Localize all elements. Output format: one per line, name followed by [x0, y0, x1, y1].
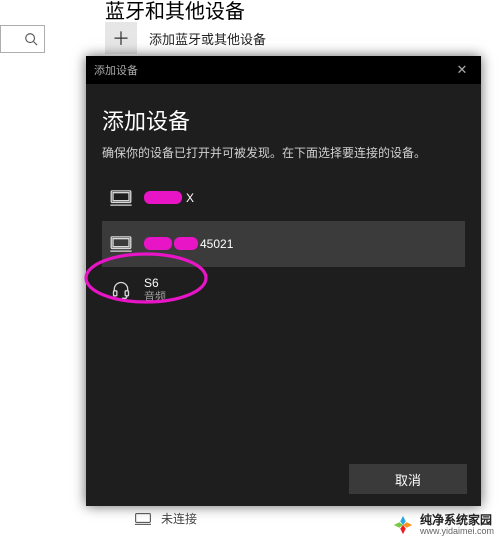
- plus-icon: ＋: [105, 22, 137, 54]
- logo-icon: [392, 514, 414, 536]
- headset-icon: [110, 281, 132, 299]
- redaction-icon: [174, 237, 198, 250]
- device-name: X: [144, 191, 194, 205]
- device-list: X: [102, 175, 465, 313]
- display-icon: [110, 189, 132, 207]
- device-subtype: 音频: [144, 291, 166, 304]
- device-item[interactable]: S6 音频: [102, 267, 465, 313]
- redaction-icon: [144, 237, 172, 250]
- device-item[interactable]: X: [102, 175, 465, 221]
- search-input[interactable]: [0, 25, 45, 53]
- dialog-heading: 添加设备: [102, 104, 465, 136]
- dialog-titlebar-text: 添加设备: [94, 62, 138, 78]
- close-button[interactable]: ✕: [451, 62, 473, 78]
- display-icon: [110, 235, 132, 253]
- display-icon: [135, 512, 151, 526]
- dialog-subtext: 确保你的设备已打开并可被发现。在下面选择要连接的设备。: [102, 144, 465, 161]
- status-text: 未连接: [161, 510, 197, 527]
- add-bluetooth-device-button[interactable]: ＋ 添加蓝牙或其他设备: [105, 22, 266, 54]
- page-title: 蓝牙和其他设备: [105, 0, 245, 24]
- settings-background: 蓝牙和其他设备 ＋ 添加蓝牙或其他设备 添加设备 ✕ 添加设备 确保你的设备已打…: [0, 0, 500, 541]
- device-name: 45021: [144, 237, 233, 251]
- device-name: S6: [144, 276, 166, 290]
- watermark: 纯净系统家园 www.yidaimei.com: [392, 514, 494, 537]
- dialog-body: 添加设备 确保你的设备已打开并可被发现。在下面选择要连接的设备。: [86, 84, 481, 454]
- watermark-url: www.yidaimei.com: [420, 527, 494, 537]
- device-item[interactable]: 45021: [102, 221, 465, 267]
- redaction-icon: [144, 191, 182, 204]
- dialog-titlebar: 添加设备 ✕: [86, 56, 481, 84]
- add-bluetooth-label: 添加蓝牙或其他设备: [149, 29, 266, 48]
- add-device-dialog: 添加设备 ✕ 添加设备 确保你的设备已打开并可被发现。在下面选择要连接的设备。: [86, 56, 481, 506]
- cancel-button[interactable]: 取消: [349, 464, 467, 494]
- search-icon: [24, 32, 38, 46]
- connection-status: 未连接: [135, 510, 197, 527]
- dialog-footer: 取消: [86, 454, 481, 506]
